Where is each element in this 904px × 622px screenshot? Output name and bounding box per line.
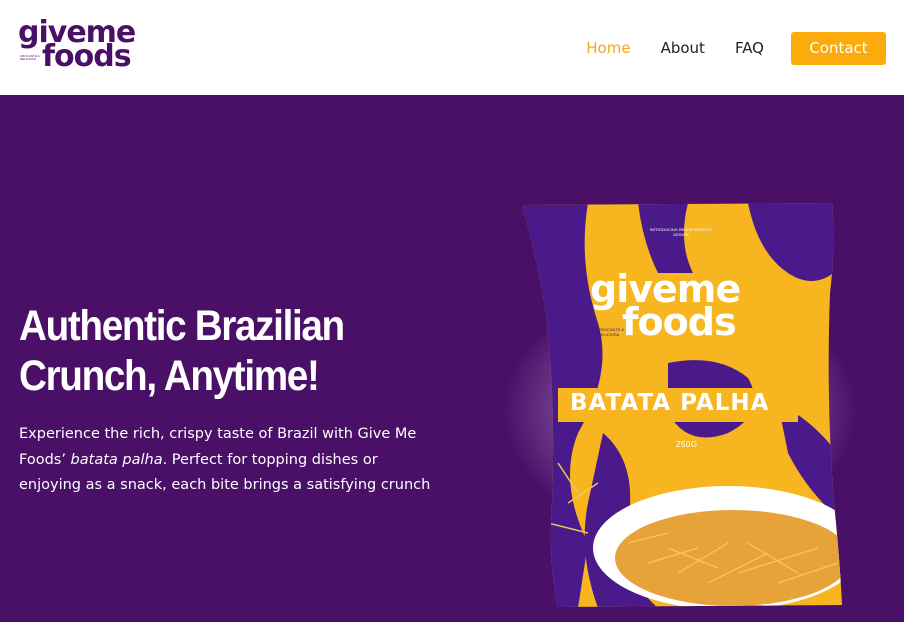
bag-brand-line2: foods (622, 300, 737, 344)
nav-about-link[interactable]: About (661, 39, 705, 57)
headline-line1: Authentic Brazilian (19, 302, 345, 350)
nav-faq-link[interactable]: FAQ (735, 39, 764, 57)
product-bag-image: INTRODUCING BRAND IDENTITY DESIGN giveme… (518, 203, 844, 608)
hero-description: Experience the rich, crispy taste of Bra… (19, 422, 439, 499)
bag-top-label: INTRODUCING BRAND IDENTITY DESIGN (649, 227, 713, 238)
logo-text-line2: foods (42, 39, 132, 74)
site-header: giveme foods CROCANTE & DELICIOSA Home A… (0, 0, 904, 95)
bag-tagline: CROCANTE & DELICIOSA (598, 327, 625, 337)
desc-italic-product: batata palha (70, 451, 163, 468)
hero-section: Authentic Brazilian Crunch, Anytime! Exp… (0, 95, 904, 622)
main-nav: Home About FAQ Contact (586, 31, 886, 65)
bag-weight: 250G (676, 440, 698, 449)
logo-tagline: CROCANTE & DELICIOSA (20, 54, 40, 62)
contact-button[interactable]: Contact (791, 31, 886, 65)
nav-home-link[interactable]: Home (586, 39, 630, 57)
bag-product-name: BATATA PALHA (570, 390, 770, 416)
hero-headline: Authentic Brazilian Crunch, Anytime! (19, 301, 415, 401)
brand-logo[interactable]: giveme foods CROCANTE & DELICIOSA (18, 18, 136, 74)
headline-line2: Crunch, Anytime! (19, 352, 320, 400)
